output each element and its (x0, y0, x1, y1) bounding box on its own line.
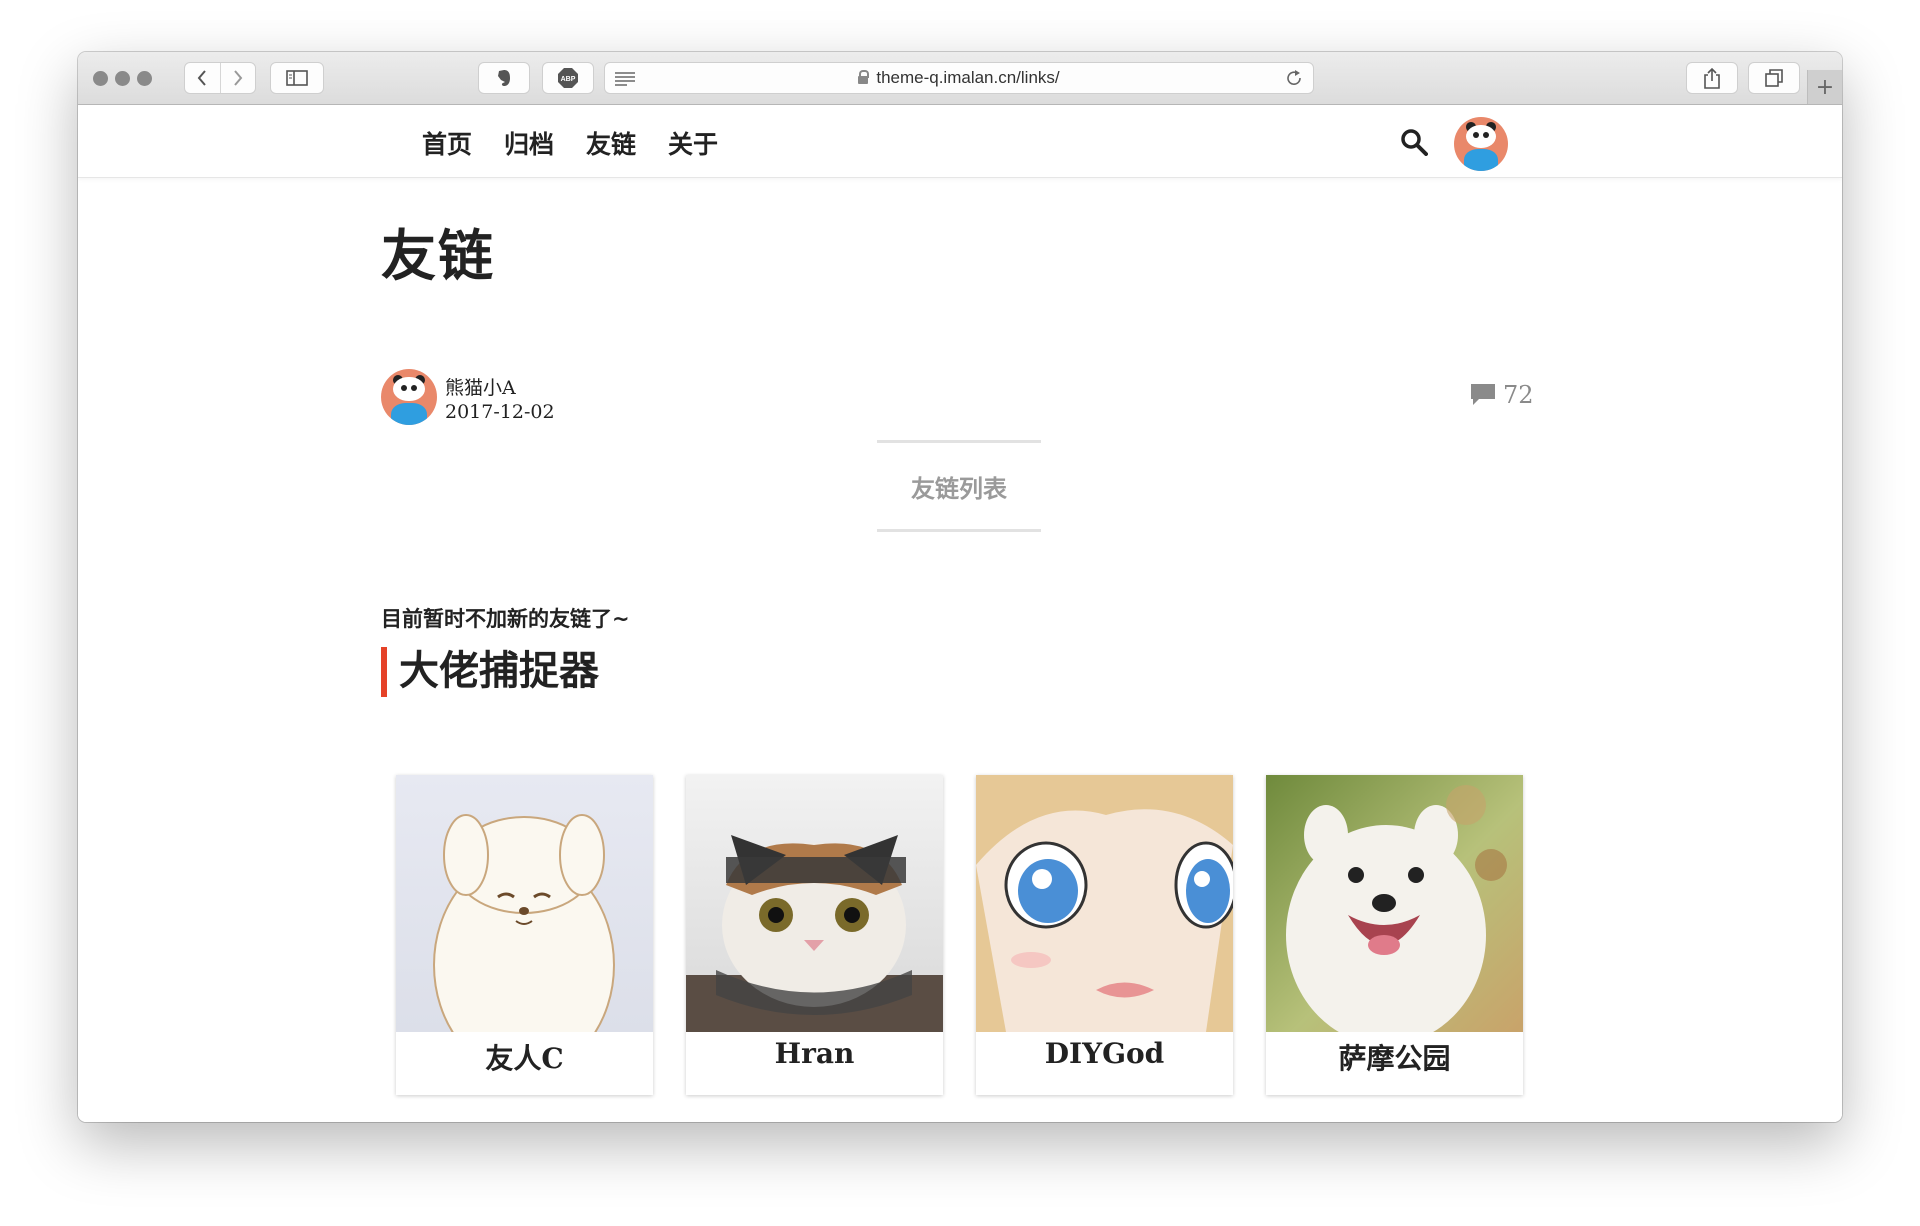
friend-name: 友人C (485, 1042, 564, 1075)
site-header: 首页 归档 友链 关于 (78, 105, 1842, 178)
author-name: 熊猫小A (445, 377, 516, 399)
nav-archive[interactable]: 归档 (504, 125, 554, 161)
minimize-window-button[interactable] (115, 71, 130, 86)
sidebar-icon (286, 70, 308, 86)
chevron-left-icon (197, 70, 207, 86)
back-button[interactable] (185, 63, 220, 93)
friend-cards: 友人C Hran DIYGod 萨摩公园 (396, 775, 1523, 1095)
share-icon (1704, 67, 1720, 89)
evernote-extension-button[interactable] (478, 62, 530, 94)
history-nav (184, 62, 256, 94)
friend-avatar-image (396, 775, 653, 1032)
comment-count-link[interactable]: 72 (1469, 381, 1534, 409)
post-date: 2017-12-02 (445, 401, 555, 423)
address-bar[interactable]: theme-q.imalan.cn/links/ (604, 62, 1314, 94)
close-window-button[interactable] (93, 71, 108, 86)
zoom-window-button[interactable] (137, 71, 152, 86)
reader-view-icon[interactable] (615, 71, 635, 91)
nav-home[interactable]: 首页 (422, 125, 472, 161)
friend-avatar-image (686, 775, 943, 1032)
site-nav: 首页 归档 友链 关于 (422, 125, 718, 161)
share-button[interactable] (1686, 62, 1738, 94)
svg-text:ABP: ABP (561, 76, 576, 83)
section-heading: 大佬捕捉器 (381, 647, 599, 697)
site-avatar[interactable] (1454, 117, 1508, 171)
lock-icon (858, 70, 870, 84)
friend-avatar-image (1266, 775, 1523, 1032)
toc-label: 友链列表 (911, 474, 1007, 503)
sidebar-toggle-button[interactable] (270, 62, 324, 94)
friend-name: 萨摩公园 (1338, 1042, 1451, 1075)
friend-name: Hran (774, 1037, 855, 1070)
friend-card[interactable]: DIYGod (976, 775, 1233, 1095)
nav-about[interactable]: 关于 (668, 125, 718, 161)
author-avatar (381, 369, 437, 425)
chevron-right-icon (233, 70, 243, 86)
forward-button[interactable] (219, 63, 256, 93)
page-title: 友链 (381, 224, 496, 288)
comment-count: 72 (1503, 381, 1534, 409)
friend-name: DIYGod (1044, 1037, 1165, 1070)
nav-links[interactable]: 友链 (586, 125, 636, 161)
reload-button[interactable] (1285, 69, 1303, 92)
new-tab-button[interactable]: + (1807, 70, 1842, 104)
browser-toolbar: ABP theme-q.imalan.cn/links/ + (78, 52, 1842, 105)
reload-icon (1287, 70, 1301, 85)
evernote-icon (498, 70, 510, 86)
notice-text: 目前暂时不加新的友链了~ (381, 607, 630, 631)
tab-overview-button[interactable] (1748, 62, 1800, 94)
url-text: theme-q.imalan.cn/links/ (876, 68, 1060, 87)
friend-card[interactable]: 友人C (396, 775, 653, 1095)
adblock-extension-button[interactable]: ABP (542, 62, 594, 94)
browser-window: ABP theme-q.imalan.cn/links/ + 首页 归档 友链 (78, 52, 1842, 1122)
friend-avatar-image (976, 775, 1233, 1032)
toc-box[interactable]: 友链列表 (877, 440, 1041, 532)
adblock-icon: ABP (558, 68, 578, 88)
search-icon (1401, 129, 1428, 156)
friend-card[interactable]: Hran (686, 775, 943, 1095)
tabs-icon (1765, 69, 1783, 87)
search-button[interactable] (1400, 128, 1428, 156)
friend-card[interactable]: 萨摩公园 (1266, 775, 1523, 1095)
web-page: 首页 归档 友链 关于 友链 熊猫小A 2017-12-02 72 友链列表 目… (78, 105, 1842, 1122)
comment-icon (1471, 384, 1495, 405)
